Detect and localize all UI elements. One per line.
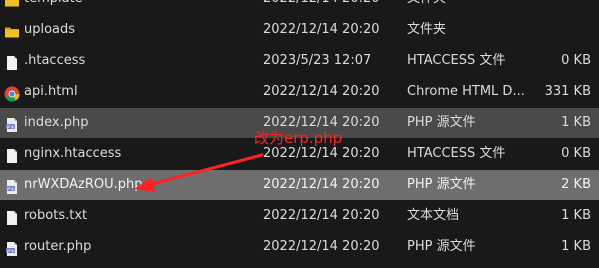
annotation-arrow [134, 153, 264, 192]
file-explorer-list: template2022/12/14 20:20文件夹uploads2022/1… [0, 0, 599, 268]
annotation-arrowhead [134, 177, 155, 192]
annotation-arrow-line [150, 153, 264, 186]
